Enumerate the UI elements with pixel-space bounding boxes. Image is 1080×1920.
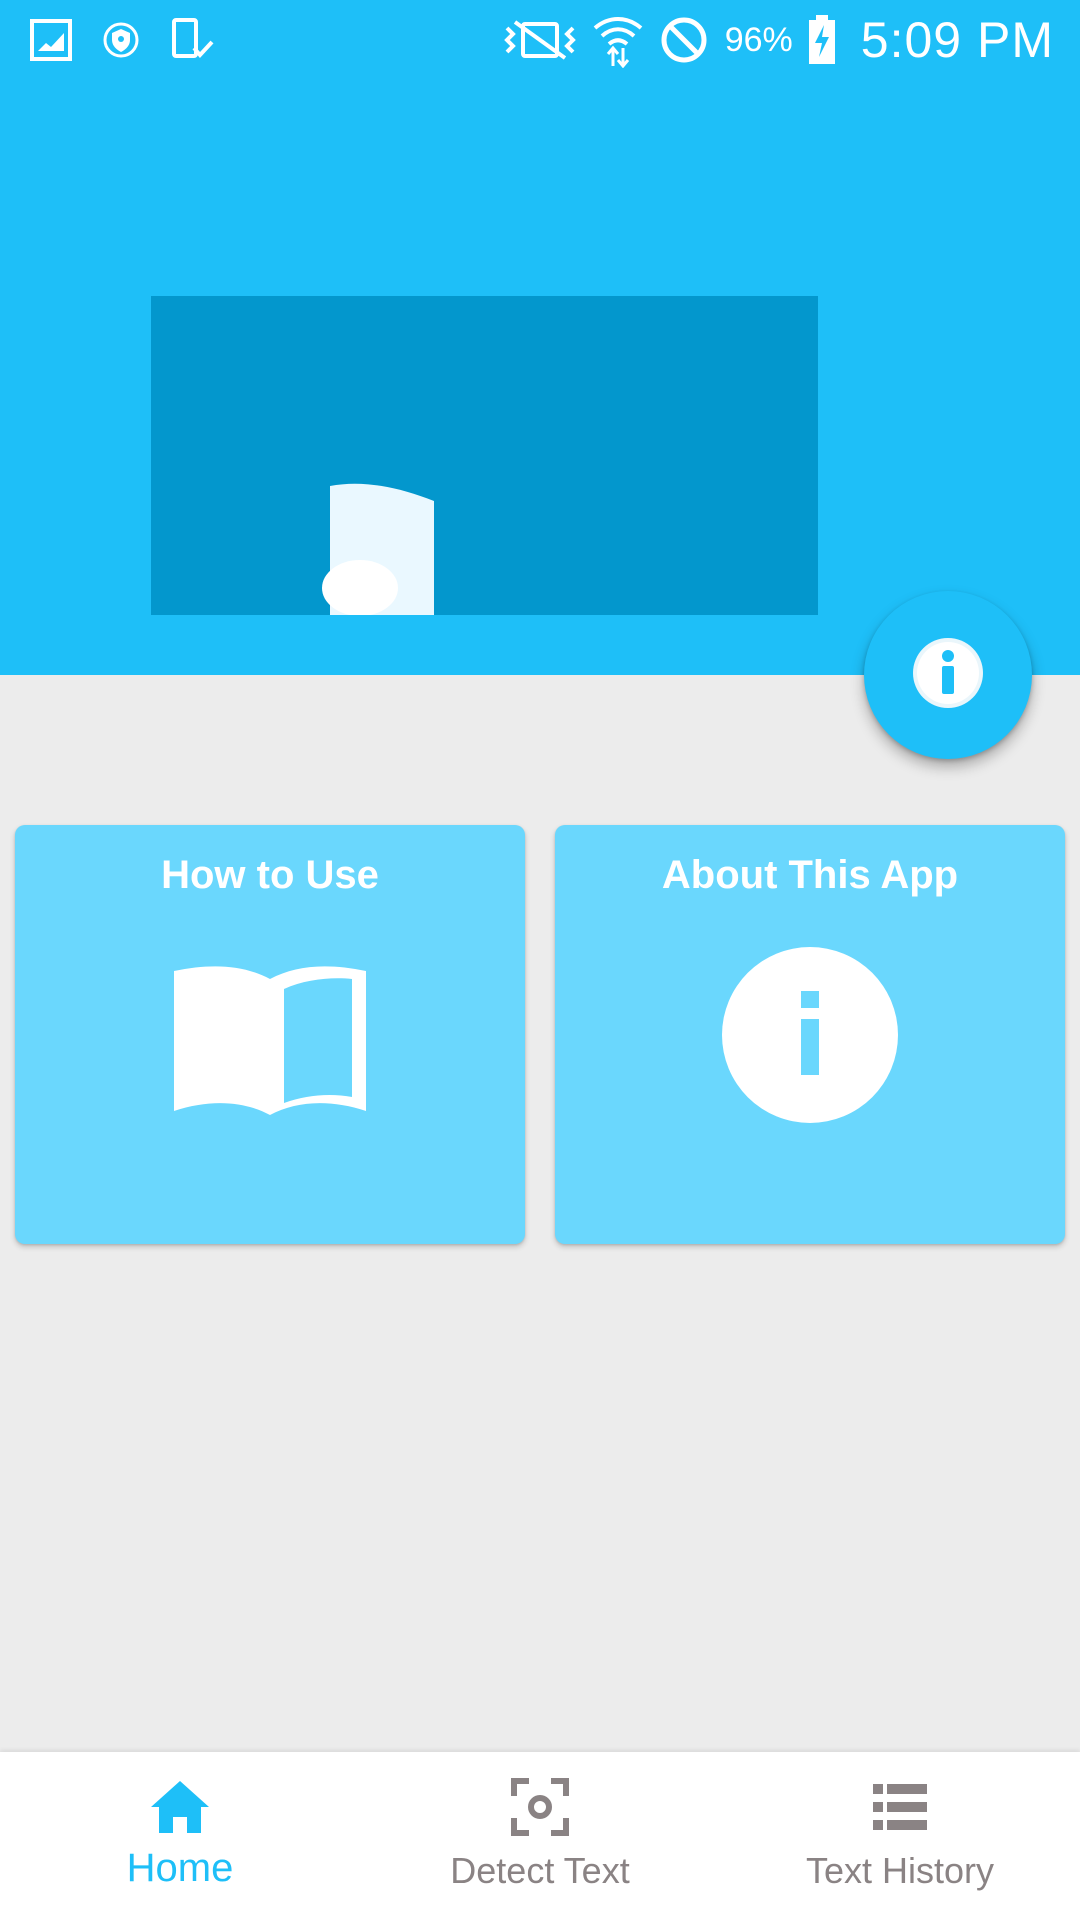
nav-text-history[interactable]: Text History bbox=[750, 1752, 1050, 1920]
list-icon bbox=[873, 1776, 927, 1838]
nav-home[interactable]: Home bbox=[30, 1752, 330, 1920]
gallery-icon bbox=[30, 19, 72, 61]
vibrate-off-icon bbox=[503, 18, 577, 62]
home-icon bbox=[149, 1776, 211, 1838]
open-book-icon bbox=[172, 965, 368, 1122]
phone-check-icon bbox=[170, 18, 214, 62]
info-icon bbox=[911, 636, 985, 715]
about-this-app-title: About This App bbox=[661, 853, 959, 897]
about-this-app-card[interactable]: About This App bbox=[555, 825, 1065, 1244]
wifi-icon bbox=[591, 12, 645, 68]
info-fab-button[interactable] bbox=[864, 591, 1032, 759]
status-bar: 96% 5:09 PM bbox=[0, 0, 1080, 80]
header: 96% 5:09 PM bbox=[0, 0, 1080, 675]
nav-detect-text-label: Detect Text bbox=[450, 1850, 630, 1891]
how-to-use-title: How to Use bbox=[161, 853, 379, 897]
info-circle-icon bbox=[722, 947, 898, 1128]
bottom-navigation: Home Detect Text Text History bbox=[0, 1752, 1080, 1920]
hero-illustration bbox=[151, 296, 818, 615]
nav-text-history-label: Text History bbox=[805, 1850, 995, 1891]
nav-detect-text[interactable]: Detect Text bbox=[390, 1752, 690, 1920]
battery-percent: 96% bbox=[724, 20, 793, 59]
camera-focus-icon bbox=[511, 1776, 569, 1838]
clock: 5:09 PM bbox=[860, 12, 1054, 68]
do-not-disturb-icon bbox=[659, 15, 709, 65]
battery-charging-icon bbox=[807, 15, 837, 65]
nav-home-label: Home bbox=[126, 1846, 234, 1890]
shield-icon bbox=[102, 21, 140, 59]
how-to-use-card[interactable]: How to Use bbox=[15, 825, 525, 1244]
